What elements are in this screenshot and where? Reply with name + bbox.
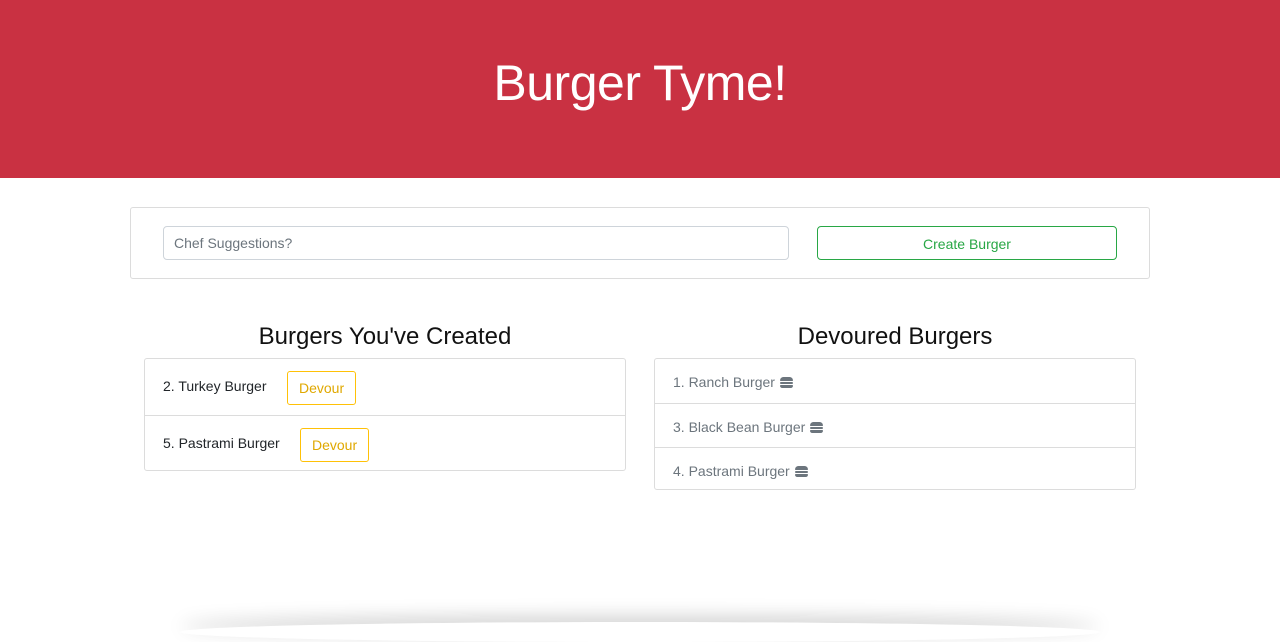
list-item: 4. Pastrami Burger — [655, 447, 1135, 491]
devour-button[interactable]: Devour — [287, 371, 357, 405]
hamburger-icon — [794, 466, 808, 477]
hamburger-icon — [810, 422, 824, 433]
burger-form: Create Burger — [130, 207, 1150, 279]
devour-button[interactable]: Devour — [300, 428, 370, 462]
footer-shadow — [180, 622, 1100, 642]
burger-name-input[interactable] — [163, 226, 789, 260]
created-burgers-heading: Burgers You've Created — [258, 323, 512, 350]
devoured-burgers-heading: Devoured Burgers — [797, 323, 993, 350]
burger-name: 5. Pastrami Burger — [163, 435, 280, 451]
list-item: 3. Black Bean Burger — [655, 403, 1135, 447]
hero-banner: Burger Tyme! — [0, 0, 1280, 178]
created-burgers-list: 2. Turkey Burger Devour 5. Pastrami Burg… — [144, 358, 626, 471]
burger-name: 3. Black Bean Burger — [673, 419, 806, 435]
create-burger-button[interactable]: Create Burger — [817, 226, 1117, 260]
list-item: 1. Ranch Burger — [655, 359, 1135, 403]
list-item: 2. Turkey Burger Devour — [145, 359, 625, 415]
hamburger-icon — [779, 377, 793, 388]
page-title: Burger Tyme! — [493, 55, 787, 111]
devoured-burgers-list: 1. Ranch Burger 3. Black Bean Burger 4. … — [654, 358, 1136, 490]
burger-name: 4. Pastrami Burger — [673, 463, 790, 479]
burger-name: 2. Turkey Burger — [163, 378, 267, 394]
list-item: 5. Pastrami Burger Devour — [145, 415, 625, 471]
burger-name: 1. Ranch Burger — [673, 374, 775, 390]
